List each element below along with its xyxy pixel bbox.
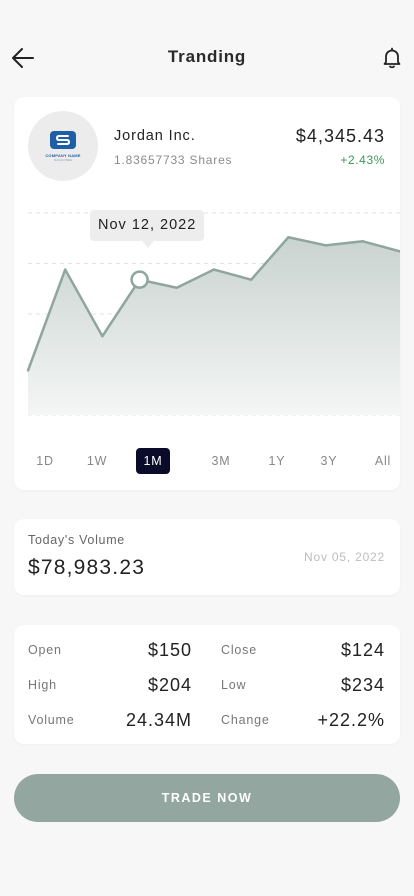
stock-card: COMPANY NAME SLOGAN HERE Jordan Inc. 1.8…	[14, 97, 400, 490]
shares-count: 1.83657733 Shares	[114, 153, 233, 167]
range-option-1m[interactable]: 1M	[136, 448, 170, 474]
chart-point	[361, 240, 364, 243]
change-label: Change	[221, 713, 270, 727]
volume-stat-value: 24.34M	[125, 710, 192, 730]
company-name: Jordan Inc.	[114, 128, 196, 144]
volume-card: Today's Volume $78,983.23 Nov 05, 2022	[14, 519, 400, 595]
range-option-1w[interactable]: 1W	[80, 448, 114, 474]
chart-tooltip: Nov 12, 2022	[90, 210, 205, 241]
chart-point	[324, 244, 327, 247]
range-option-3y[interactable]: 3Y	[312, 448, 346, 474]
company-logo: COMPANY NAME SLOGAN HERE	[28, 111, 98, 181]
price-change: +2.43%	[340, 153, 385, 167]
volume-value: $78,983.23	[28, 556, 146, 579]
time-range-selector: 1D 1W 1M 3M 1Y 3Y All	[14, 448, 400, 476]
chart-point	[101, 335, 104, 338]
bell-icon	[383, 47, 401, 69]
close-label: Close	[221, 643, 257, 657]
change-value: +22.2%	[317, 710, 385, 730]
volume-stat-label: Volume	[28, 713, 75, 727]
chart-point	[250, 278, 253, 281]
chart-point	[26, 369, 30, 372]
logo-slogan: SLOGAN HERE	[53, 158, 73, 162]
chart-point	[175, 286, 178, 289]
range-option-1d[interactable]: 1D	[28, 448, 62, 474]
price-chart[interactable]	[14, 207, 400, 422]
stock-price: $4,345.43	[295, 126, 385, 146]
company-logo-icon	[50, 130, 76, 149]
high-label: High	[28, 678, 57, 692]
open-label: Open	[28, 643, 62, 657]
stats-card: Open $150 Close $124 High $204 Low $234 …	[14, 625, 400, 744]
trade-now-button[interactable]: TRADE NOW	[14, 774, 400, 822]
chart-point	[287, 236, 290, 239]
range-option-all[interactable]: All	[366, 448, 400, 474]
range-option-1y[interactable]: 1Y	[260, 448, 294, 474]
high-value: $204	[147, 675, 192, 695]
volume-label: Today's Volume	[28, 533, 125, 547]
page-title: Tranding	[167, 47, 247, 66]
close-value: $124	[340, 640, 385, 660]
logo-caption: COMPANY NAME	[45, 152, 81, 158]
chart-selected-point[interactable]	[130, 270, 149, 289]
open-value: $150	[147, 640, 192, 660]
chart-point	[212, 268, 216, 271]
header: Tranding	[0, 38, 414, 78]
low-value: $234	[340, 675, 385, 695]
range-option-3m[interactable]: 3M	[204, 448, 238, 474]
notifications-button[interactable]	[380, 46, 404, 70]
low-label: Low	[221, 678, 247, 692]
volume-date: Nov 05, 2022	[304, 550, 385, 564]
chart-point	[64, 268, 67, 271]
chart-tooltip-arrow	[142, 241, 154, 248]
